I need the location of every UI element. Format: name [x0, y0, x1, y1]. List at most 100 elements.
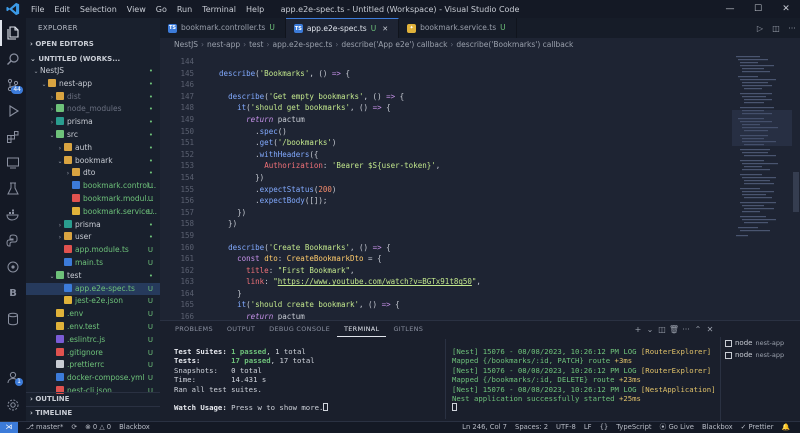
menu-item-go[interactable]: Go	[151, 5, 172, 14]
code-content[interactable]: describe('Bookmarks', () => { describe('…	[210, 56, 730, 320]
menu-item-edit[interactable]: Edit	[49, 5, 75, 14]
more-actions-icon[interactable]: ···	[784, 24, 800, 33]
gitlens-icon[interactable]	[0, 254, 26, 280]
tree-item[interactable]: bookmark.service... U	[26, 206, 160, 219]
tree-item[interactable]: bookmark.control... U	[26, 180, 160, 193]
language-braces-icon[interactable]: {}	[596, 422, 613, 433]
blackbox-status-left[interactable]: Blackbox	[115, 422, 154, 433]
menu-item-help[interactable]: Help	[241, 5, 269, 14]
python-icon[interactable]	[0, 228, 26, 254]
go-live-button[interactable]: ⦿ Go Live	[656, 422, 698, 433]
eol-status[interactable]: LF	[580, 422, 596, 433]
language-mode[interactable]: TypeScript	[612, 422, 655, 433]
panel-tab-gitlens[interactable]: GITLENS	[386, 321, 430, 337]
kill-terminal-icon[interactable]: 🗑	[668, 325, 680, 334]
outline-section[interactable]: › OUTLINE	[26, 392, 160, 404]
notifications-bell-icon[interactable]: 🔔	[778, 422, 794, 433]
timeline-section[interactable]: › TIMELINE	[26, 406, 160, 418]
tree-item[interactable]: app.module.ts U	[26, 244, 160, 257]
minimize-icon[interactable]: —	[716, 0, 744, 18]
minimap[interactable]	[732, 52, 792, 320]
tab-app-e2e-spec-ts[interactable]: TS app.e2e-spec.ts U ✕	[285, 18, 400, 39]
terminal-split-divider[interactable]	[445, 339, 446, 419]
tree-item[interactable]: docker-compose.yml U	[26, 372, 160, 385]
problems-status[interactable]: ⊗ 0 △ 0	[81, 422, 115, 433]
run-icon[interactable]: ▷	[752, 24, 768, 33]
source-control-icon[interactable]: 44	[0, 72, 26, 98]
settings-gear-icon[interactable]	[0, 392, 26, 418]
prettier-status[interactable]: ✓ Prettier	[737, 422, 778, 433]
terminal-dropdown-icon[interactable]: ⌄	[644, 325, 656, 334]
breadcrumb-item[interactable]: nest-app	[207, 40, 240, 49]
new-terminal-icon[interactable]: +	[632, 325, 644, 334]
panel-tab-problems[interactable]: PROBLEMS	[168, 321, 220, 337]
tree-item[interactable]: › prisma •	[26, 219, 160, 232]
open-editors-section[interactable]: › OPEN EDITORS	[26, 38, 160, 50]
menu-item-file[interactable]: File	[26, 5, 49, 14]
panel-tab-debug-console[interactable]: DEBUG CONSOLE	[262, 321, 337, 337]
menu-item-selection[interactable]: Selection	[75, 5, 122, 14]
panel-tab-output[interactable]: OUTPUT	[220, 321, 262, 337]
tree-item[interactable]: bookmark.modul... U	[26, 193, 160, 206]
tree-item[interactable]: .prettierrc U	[26, 359, 160, 372]
breadcrumb-item[interactable]: NestJS	[174, 40, 198, 49]
encoding-status[interactable]: UTF-8	[552, 422, 580, 433]
tree-item[interactable]: ⌄NestJS •	[26, 65, 160, 78]
scrollbar-thumb[interactable]	[793, 172, 799, 212]
explorer-icon[interactable]	[0, 20, 26, 46]
remote-indicator-icon[interactable]: ⋊	[0, 422, 18, 433]
blackbox-icon[interactable]: B	[0, 280, 26, 306]
tree-item[interactable]: › auth •	[26, 142, 160, 155]
breadcrumb-item[interactable]: describe('Bookmarks') callback	[456, 40, 573, 49]
tree-item[interactable]: .eslintrc.js U	[26, 334, 160, 347]
search-icon[interactable]	[0, 46, 26, 72]
terminal-instance[interactable]: node nest-app	[721, 349, 800, 361]
testing-icon[interactable]	[0, 176, 26, 202]
close-tab-icon[interactable]: ✕	[382, 19, 388, 39]
remote-explorer-icon[interactable]	[0, 150, 26, 176]
split-editor-icon[interactable]: ◫	[768, 24, 784, 33]
terminal-test-output[interactable]: Test Suites: 1 passed, 1 total Tests: 17…	[174, 347, 444, 413]
close-icon[interactable]: ✕	[772, 0, 800, 18]
terminal-nest-log[interactable]: [Nest] 15076 - 08/08/2023, 10:26:12 PM L…	[452, 347, 722, 414]
tree-item[interactable]: › dto •	[26, 167, 160, 180]
tab-bookmark-controller-ts[interactable]: TS bookmark.controller.ts U	[160, 18, 286, 38]
branch-status[interactable]: ⎇ master*	[22, 422, 67, 433]
tree-item[interactable]: .gitignore U	[26, 347, 160, 360]
tree-item[interactable]: ⌄ src •	[26, 129, 160, 142]
tab-bookmark-service-ts[interactable]: ✦ bookmark.service.ts U	[399, 18, 517, 38]
breadcrumb-item[interactable]: describe('App e2e') callback	[341, 40, 447, 49]
tree-item[interactable]: ⌄ nest-app •	[26, 78, 160, 91]
sync-icon[interactable]: ⟳	[67, 422, 81, 433]
maximize-panel-icon[interactable]: ⌃	[692, 325, 704, 334]
tree-item[interactable]: › node_modules •	[26, 103, 160, 116]
tree-item[interactable]: .env U	[26, 308, 160, 321]
editor-scrollbar[interactable]	[792, 52, 800, 320]
more-panel-actions-icon[interactable]: ···	[680, 325, 692, 334]
database-icon[interactable]	[0, 306, 26, 332]
terminal-instance[interactable]: node nest-app	[721, 337, 800, 349]
menu-item-terminal[interactable]: Terminal	[197, 5, 241, 14]
breadcrumb-item[interactable]: test	[249, 40, 263, 49]
maximize-icon[interactable]: ☐	[744, 0, 772, 18]
tree-item[interactable]: jest-e2e.json U	[26, 295, 160, 308]
breadcrumb-item[interactable]: app.e2e-spec.ts	[273, 40, 333, 49]
split-terminal-icon[interactable]: ◫	[656, 325, 668, 334]
indentation-status[interactable]: Spaces: 2	[511, 422, 552, 433]
tree-item[interactable]: › prisma •	[26, 116, 160, 129]
code-editor[interactable]: 144 145 146 147 148 149 150 151 152 153 154 155 156 1…	[160, 52, 800, 320]
workspace-section[interactable]: ⌄ UNTITLED (WORKS...	[26, 53, 160, 65]
blackbox-status-right[interactable]: Blackbox	[698, 422, 737, 433]
tree-item[interactable]: ⌄ test •	[26, 270, 160, 283]
accounts-icon[interactable]: 1	[0, 364, 26, 390]
tree-item[interactable]: › user •	[26, 231, 160, 244]
tree-item[interactable]: main.ts U	[26, 257, 160, 270]
panel-tab-terminal[interactable]: TERMINAL	[337, 321, 387, 337]
tree-item[interactable]: ⌄ bookmark •	[26, 155, 160, 168]
run-debug-icon[interactable]	[0, 98, 26, 124]
menu-item-run[interactable]: Run	[172, 5, 197, 14]
close-panel-icon[interactable]: ✕	[704, 325, 716, 334]
extensions-icon[interactable]	[0, 124, 26, 150]
tree-item[interactable]: › dist •	[26, 91, 160, 104]
cursor-position[interactable]: Ln 246, Col 7	[458, 422, 511, 433]
